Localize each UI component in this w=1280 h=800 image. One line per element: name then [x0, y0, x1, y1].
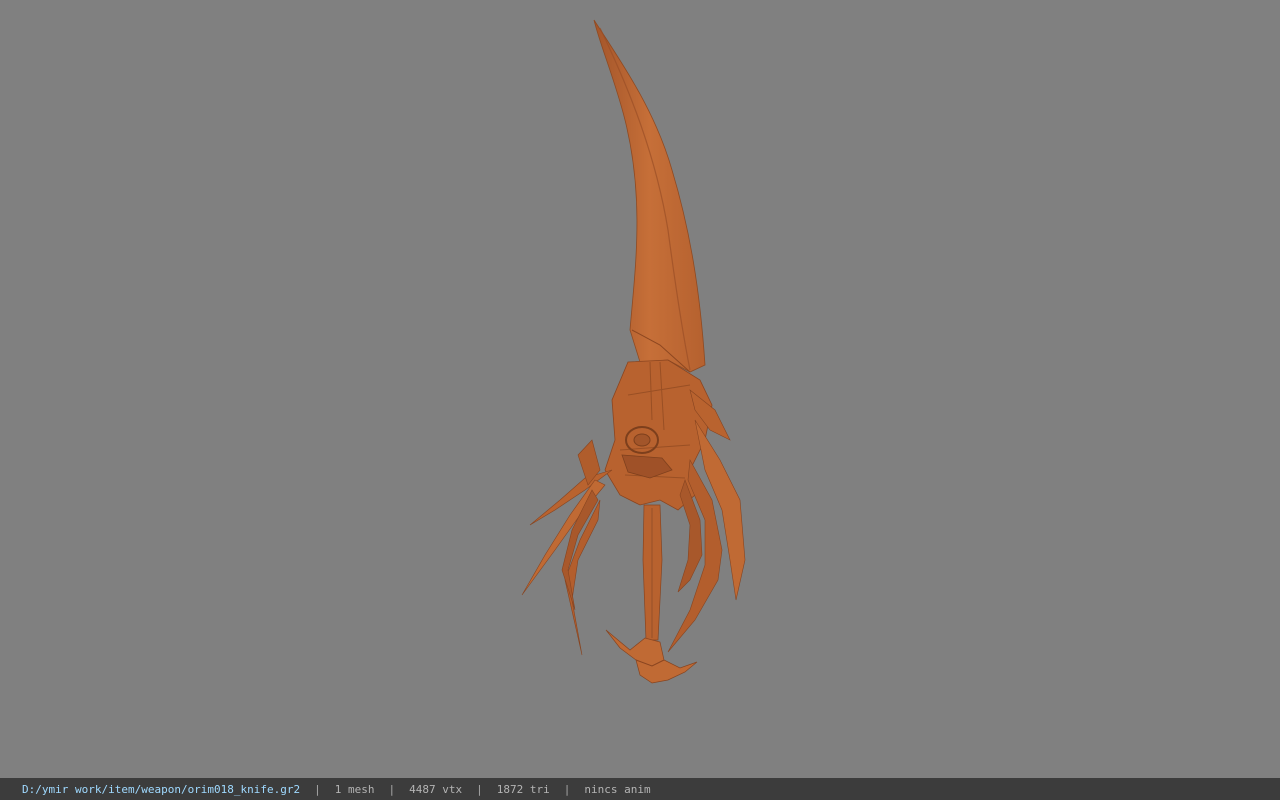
animation-status-label: nincs anim — [584, 782, 651, 796]
vertex-count-label: 4487 vtx — [409, 782, 463, 796]
status-bar: D:/ymir work/item/weapon/orim018_knife.g… — [0, 778, 1280, 800]
separator: | — [476, 782, 483, 796]
blade — [593, 19, 706, 373]
separator: | — [563, 782, 571, 796]
separator: | — [314, 782, 321, 796]
separator: | — [388, 782, 396, 796]
3d-viewport[interactable] — [0, 0, 1280, 778]
triangle-count-label: 1872 tri — [496, 782, 550, 796]
file-path-label: D:/ymir work/item/weapon/orim018_knife.g… — [22, 782, 301, 796]
mesh-count-label: 1 mesh — [334, 782, 375, 796]
knife-model-render — [521, 19, 746, 684]
